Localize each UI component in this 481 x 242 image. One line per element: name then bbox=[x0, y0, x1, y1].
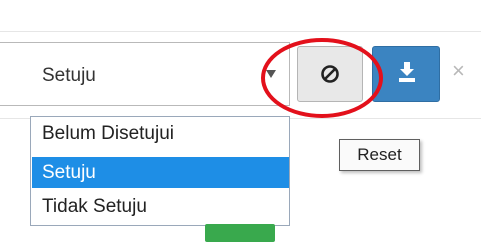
clear-filter-icon[interactable]: × bbox=[452, 58, 465, 84]
download-icon bbox=[399, 62, 415, 82]
reset-button[interactable] bbox=[297, 46, 363, 102]
option-setuju[interactable]: Setuju bbox=[32, 157, 289, 188]
chevron-down-icon[interactable] bbox=[266, 70, 276, 78]
status-dropdown-list: Belum Disetujui Setuju Tidak Setuju bbox=[30, 116, 290, 226]
option-belum-disetujui[interactable]: Belum Disetujui bbox=[32, 118, 289, 149]
status-select[interactable]: Setuju bbox=[0, 42, 290, 106]
option-tidak-setuju[interactable]: Tidak Setuju bbox=[32, 191, 289, 222]
status-badge bbox=[205, 224, 275, 242]
status-select-value: Setuju bbox=[42, 65, 96, 86]
reset-tooltip: Reset bbox=[339, 139, 420, 171]
download-button[interactable] bbox=[372, 46, 440, 102]
ban-icon bbox=[321, 65, 339, 83]
